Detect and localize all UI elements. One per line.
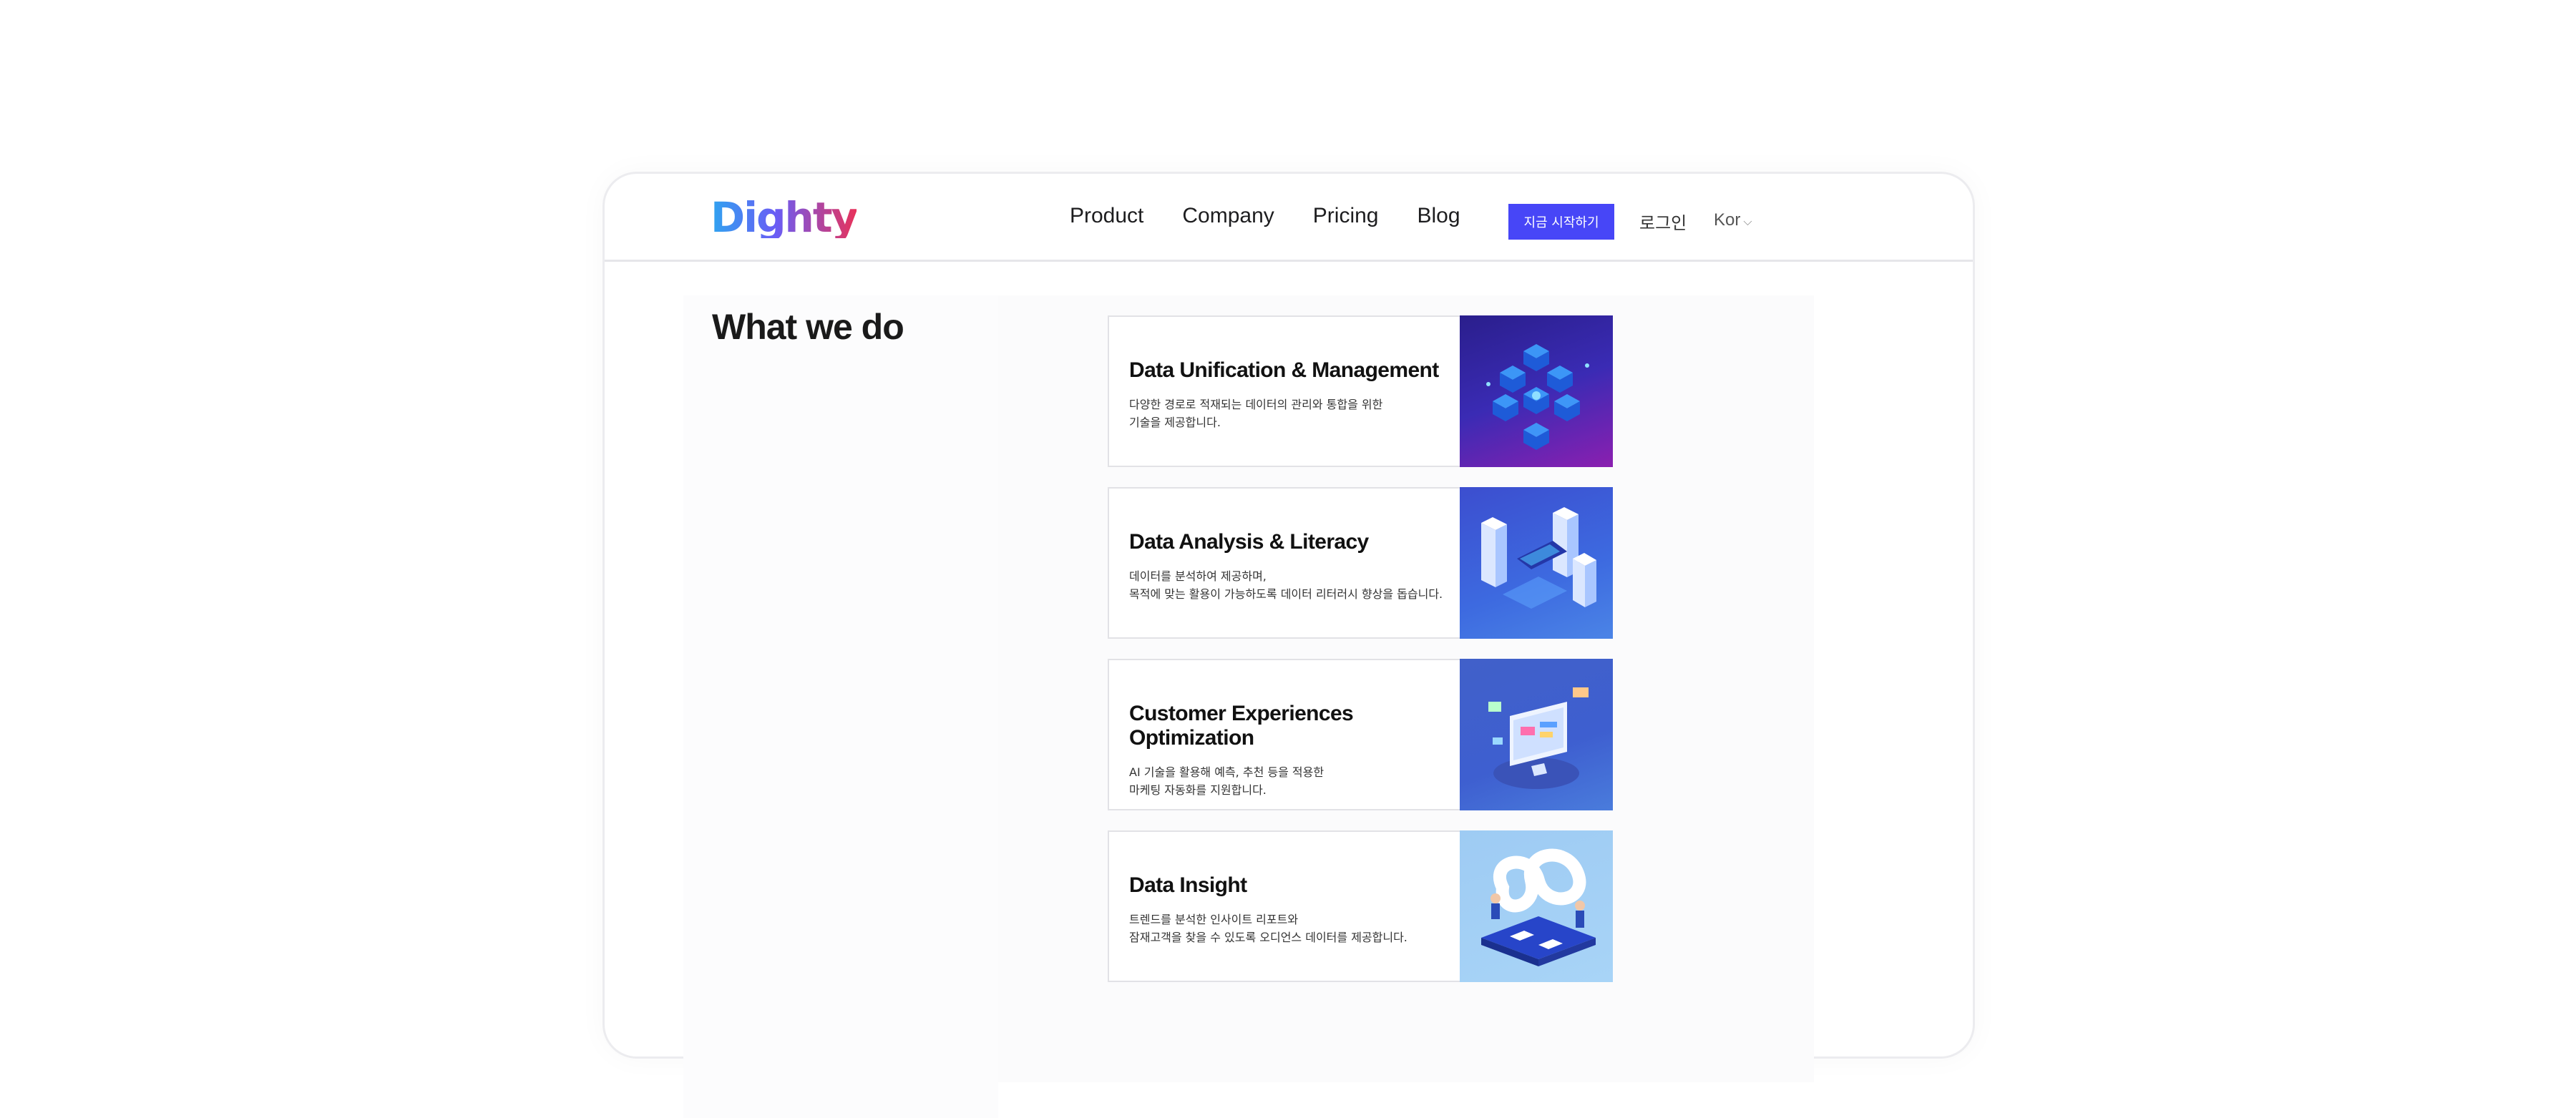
service-card-data-insight[interactable]: Data Insight 트렌드를 분석한 인사이트 리포트와 잠재고객을 찾을…	[1108, 830, 1613, 982]
infinity-loop-illustration	[1460, 830, 1613, 982]
service-card-data-analysis[interactable]: Data Analysis & Literacy 데이터를 분석하여 제공하며,…	[1108, 487, 1613, 639]
section-title: What we do	[712, 307, 904, 347]
service-card-customer-experience[interactable]: Customer Experiences Optimization AI 기술을…	[1108, 659, 1613, 810]
card-text: Data Insight 트렌드를 분석한 인사이트 리포트와 잠재고객을 찾을…	[1109, 832, 1460, 981]
card-title: Data Unification & Management	[1129, 358, 1439, 382]
server-rack-icon	[1481, 507, 1596, 609]
monitor-dashboard-illustration	[1460, 659, 1613, 810]
dighty-logo[interactable]: Dighty	[711, 197, 858, 238]
card-text: Data Unification & Management 다양한 경로로 적재…	[1109, 317, 1460, 466]
card-description: 데이터를 분석하여 제공하며, 목적에 맞는 활용이 가능하도록 데이터 리터러…	[1129, 567, 1460, 603]
card-desc-line: 트렌드를 분석한 인사이트 리포트와	[1129, 913, 1299, 926]
language-label: Kor	[1714, 210, 1741, 230]
card-desc-line: 데이터를 분석하여 제공하며,	[1129, 569, 1267, 583]
card-desc-line: 기술을 제공합니다.	[1129, 416, 1221, 429]
card-text: Data Analysis & Literacy 데이터를 분석하여 제공하며,…	[1109, 489, 1460, 637]
card-text: Customer Experiences Optimization AI 기술을…	[1109, 660, 1460, 809]
nav-company[interactable]: Company	[1182, 204, 1274, 228]
monitor-icon	[1488, 687, 1589, 789]
card-description: 트렌드를 분석한 인사이트 리포트와 잠재고객을 찾을 수 있도록 오디언스 데…	[1129, 911, 1460, 946]
card-desc-line: 잠재고객을 찾을 수 있도록 오디언스 데이터를 제공합니다.	[1129, 931, 1407, 944]
card-description: AI 기술을 활용해 예측, 추천 등을 적용한 마케팅 자동화를 지원합니다.	[1129, 763, 1460, 799]
browser-frame: Dighty Product Company Pricing Blog 지금 시…	[602, 172, 1975, 1118]
card-desc-line: 목적에 맞는 활용이 가능하도록 데이터 리터러시 향상을 돕습니다.	[1129, 587, 1443, 601]
card-desc-line: AI 기술을 활용해 예측, 추천 등을 적용한	[1129, 765, 1324, 779]
card-desc-line: 다양한 경로로 적재되는 데이터의 관리와 통합을 위한	[1129, 398, 1383, 411]
data-cubes-illustration	[1460, 315, 1613, 467]
card-title: Data Analysis & Literacy	[1129, 530, 1369, 554]
service-card-data-unification[interactable]: Data Unification & Management 다양한 경로로 적재…	[1108, 315, 1613, 467]
login-link[interactable]: 로그인	[1639, 209, 1687, 234]
card-description: 다양한 경로로 적재되는 데이터의 관리와 통합을 위한 기술을 제공합니다.	[1129, 396, 1460, 431]
card-title: Data Insight	[1129, 873, 1247, 897]
nav-links: Product Company Pricing Blog	[1070, 204, 1499, 228]
card-desc-line: 마케팅 자동화를 지원합니다.	[1129, 783, 1267, 797]
service-cards: Data Unification & Management 다양한 경로로 적재…	[1108, 315, 1613, 1002]
data-cubes-icon	[1486, 344, 1589, 450]
navbar: Dighty Product Company Pricing Blog 지금 시…	[605, 174, 1973, 262]
nav-pricing[interactable]: Pricing	[1313, 204, 1379, 228]
nav-blog[interactable]: Blog	[1418, 204, 1460, 228]
background-panel	[683, 295, 998, 1118]
nav-product[interactable]: Product	[1070, 204, 1143, 228]
card-title: Customer Experiences Optimization	[1129, 702, 1354, 750]
get-started-button[interactable]: 지금 시작하기	[1508, 204, 1614, 240]
chevron-down-icon: ⌵	[1743, 216, 1752, 228]
server-racks-illustration	[1460, 487, 1613, 639]
infinity-loop-icon	[1481, 848, 1596, 966]
language-selector[interactable]: Kor ⌵	[1714, 210, 1752, 230]
